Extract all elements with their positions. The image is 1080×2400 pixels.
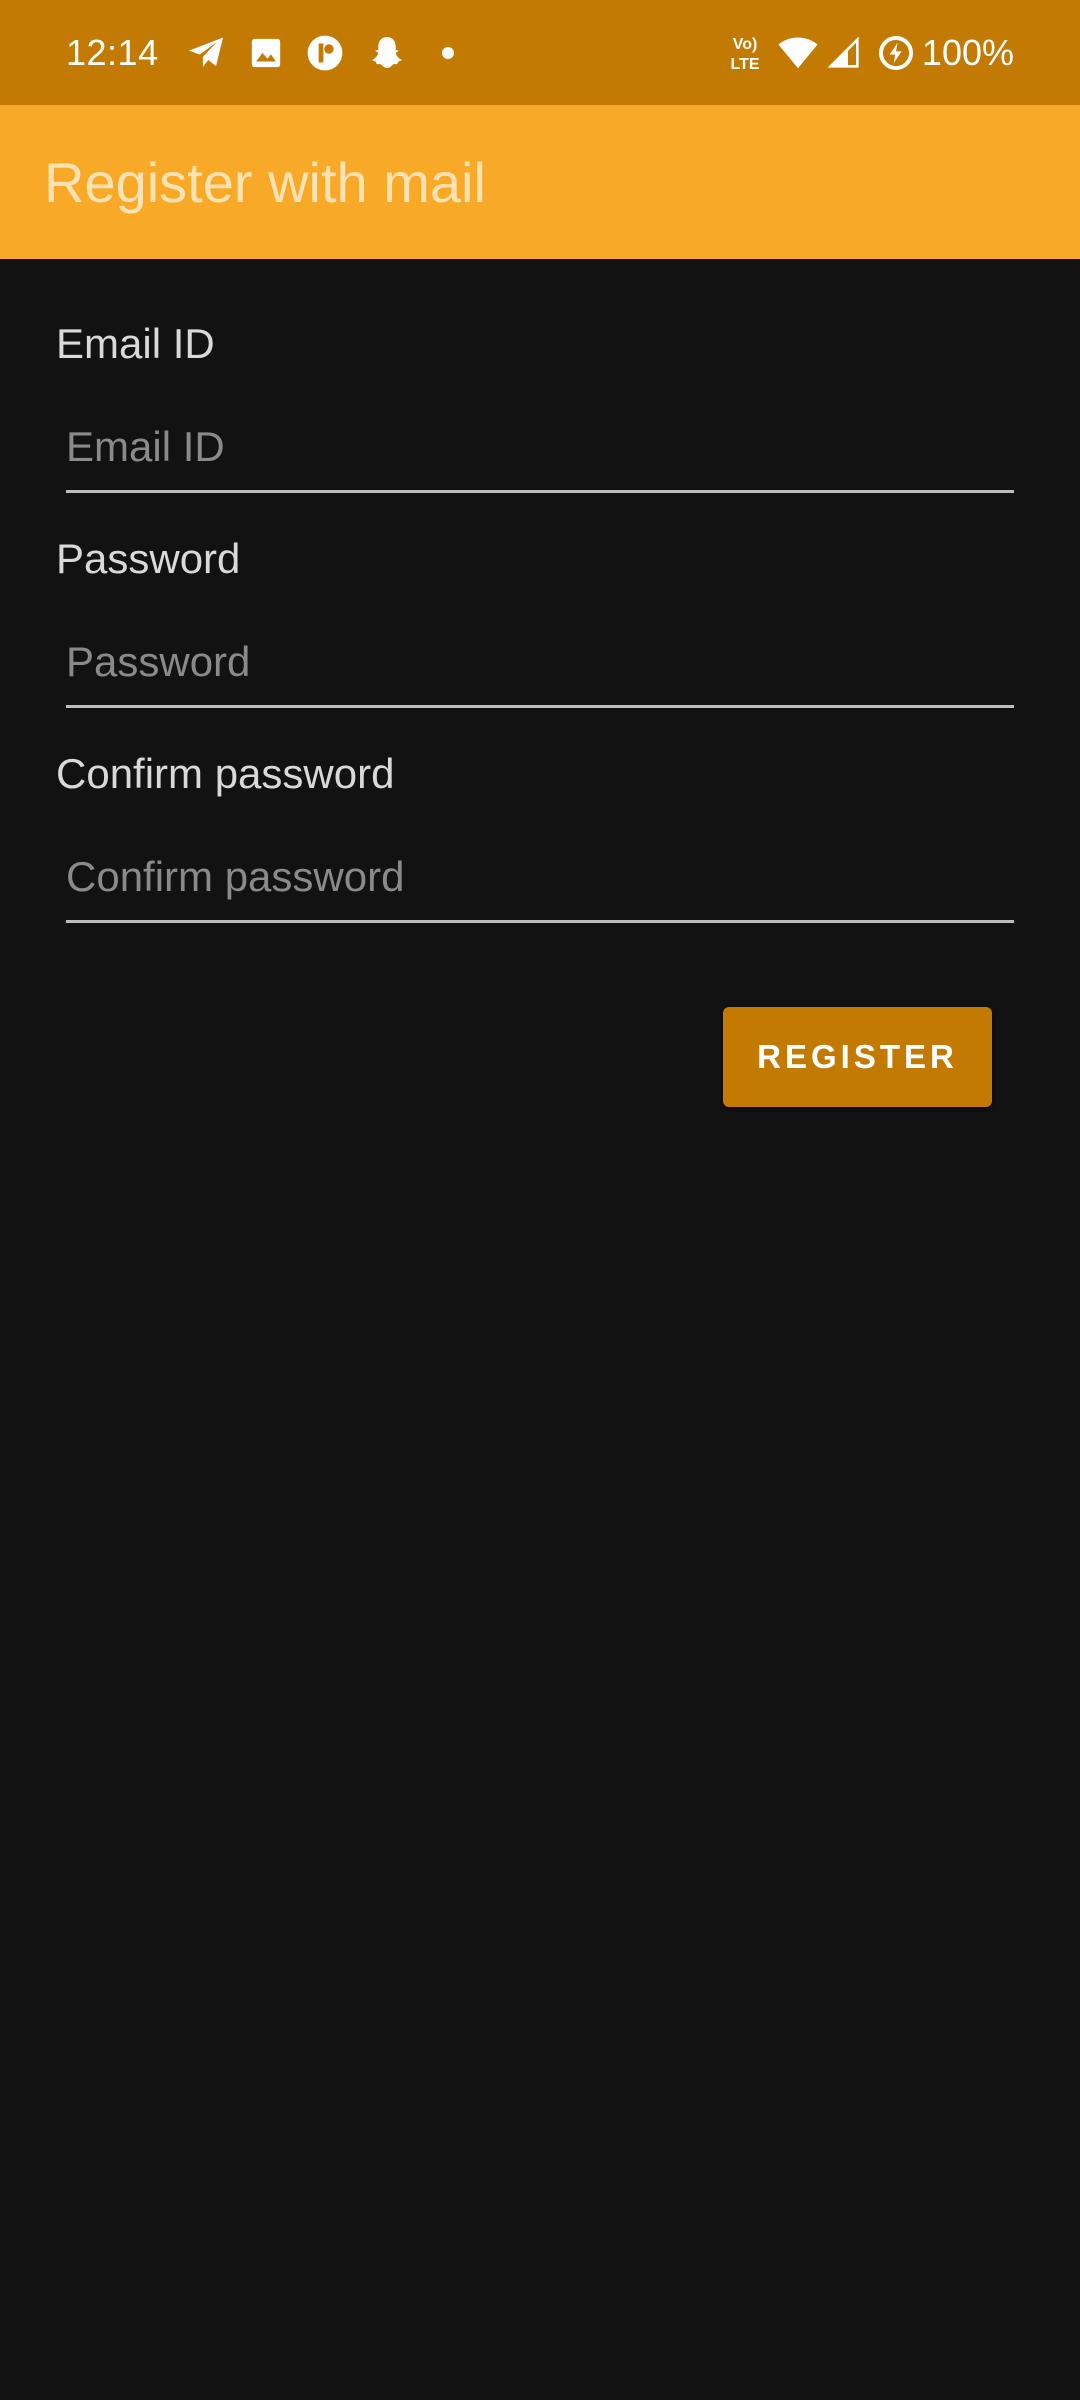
email-label: Email ID xyxy=(56,320,215,367)
password-label: Password xyxy=(56,535,241,582)
cell-signal-icon xyxy=(826,30,862,76)
status-time: 12:14 xyxy=(66,32,159,73)
telegram-icon xyxy=(184,30,228,76)
battery-percent: 100% xyxy=(921,32,1014,73)
svg-text:Vo): Vo) xyxy=(733,36,758,53)
page-title: Register with mail xyxy=(44,151,486,214)
app-bar: Register with mail xyxy=(0,105,1080,259)
svg-text:LTE: LTE xyxy=(730,56,759,73)
snapchat-icon xyxy=(366,30,408,76)
password-field[interactable] xyxy=(66,627,1014,708)
wifi-icon xyxy=(776,30,820,76)
confirm-password-label: Confirm password xyxy=(56,750,395,797)
image-icon xyxy=(246,30,286,76)
app-icon xyxy=(305,30,345,76)
status-bar: 12:14 Vo) LTE 100% xyxy=(0,0,1080,105)
screen: 12:14 Vo) LTE 100% Register with mail Em… xyxy=(0,0,1080,2400)
email-field[interactable] xyxy=(66,412,1014,493)
register-button[interactable]: REGISTER xyxy=(723,1007,992,1107)
volte-icon: Vo) LTE xyxy=(725,30,765,76)
dot-icon xyxy=(438,30,458,76)
confirm-password-field[interactable] xyxy=(66,842,1014,923)
battery-saver-icon xyxy=(875,30,917,76)
